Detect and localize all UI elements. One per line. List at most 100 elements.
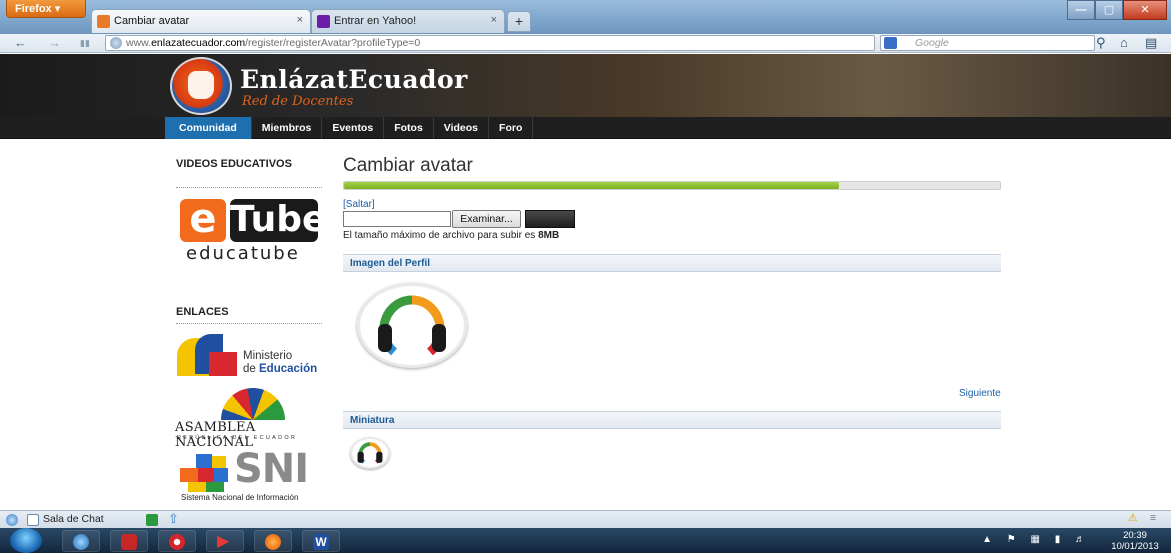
new-tab-button[interactable]: + (507, 11, 531, 32)
window-controls: — ▢ ✕ (1067, 0, 1167, 20)
browser-navbar: ← → ▮▮ www.enlazatecuador.com/register/r… (0, 34, 1171, 75)
asamblea-subtitle: REPÚBLICA DEL ECUADOR (177, 435, 298, 441)
progress-bar-fill (344, 182, 840, 189)
thumbnail-section-header: Miniatura (343, 411, 1001, 429)
mineduc-line1: Ministerio (243, 350, 293, 362)
next-link[interactable]: Siguiente (959, 388, 1001, 399)
taskbar-chrome[interactable] (158, 530, 196, 552)
sni-link[interactable]: SNI Sistema Nacional de Información (180, 446, 330, 502)
minimize-button[interactable]: — (1067, 0, 1095, 20)
firefox-menu-button[interactable]: Firefox ▾ (6, 0, 86, 18)
taskbar-media[interactable]: ▶ (206, 530, 244, 552)
thumbnail-avatar-image (350, 437, 390, 469)
tab-close-icon[interactable]: × (491, 14, 497, 26)
url-host: enlazatecuador.com (151, 37, 246, 49)
clock-time: 20:39 (1123, 530, 1147, 541)
home-icon[interactable]: ⌂ (1120, 35, 1128, 50)
url-bar[interactable]: www.enlazatecuador.com/register/register… (105, 35, 936, 75)
etube-e-mark: e (180, 199, 226, 242)
skip-link[interactable]: [Saltar] (343, 199, 375, 210)
site-favicon-icon (97, 15, 110, 28)
system-tray[interactable]: ▲ ⚑ ▦ ▮ ♬ (982, 534, 1091, 545)
ministerio-educacion-link[interactable]: Ministerio de Educación (177, 334, 337, 378)
mineduc-line2: de Educación (243, 363, 318, 375)
progress-bar (343, 181, 1001, 190)
maximize-button[interactable]: ▢ (1095, 0, 1123, 20)
site-header: EnlázatEcuador Red de Docentes (0, 54, 1171, 117)
taskbar-app2[interactable] (110, 530, 148, 552)
app-icon (121, 534, 137, 550)
max-size-note: El tamaño máximo de archivo para subir e… (343, 230, 560, 241)
tab-title: Cambiar avatar (114, 15, 190, 27)
nav-comunidad[interactable]: Comunidad (165, 117, 252, 139)
share-icon[interactable] (146, 514, 158, 526)
back-arrow-icon[interactable]: ← (14, 35, 27, 50)
search-icon[interactable]: ⚲ (1096, 35, 1106, 51)
addon-globe-icon[interactable] (6, 514, 18, 526)
etube-wordmark: educatube (186, 243, 300, 264)
taskbar-ie[interactable] (62, 530, 100, 552)
mineduc-logo-shape (209, 352, 237, 376)
chat-room-label[interactable]: Sala de Chat (43, 513, 104, 525)
sni-caption: Sistema Nacional de Información (181, 493, 299, 502)
sni-wordmark: SNI (234, 446, 309, 492)
site-logo-subtitle: Red de Docentes (242, 94, 354, 109)
nav-fotos[interactable]: Fotos (384, 117, 434, 139)
nav-miembros[interactable]: Miembros (252, 117, 323, 139)
globe-icon (110, 37, 122, 49)
url-prefix: www. (126, 37, 152, 49)
firefox-icon (265, 534, 281, 550)
tab-close-icon[interactable]: × (297, 14, 303, 26)
clock-date: 10/01/2013 (1111, 541, 1159, 552)
chrome-icon (169, 534, 185, 550)
chat-icon[interactable] (27, 514, 39, 526)
upload-arrow-icon[interactable]: ⇧ (168, 511, 179, 527)
headset-avatar-small-icon (357, 442, 383, 464)
nav-eventos[interactable]: Eventos (322, 117, 385, 139)
browse-button[interactable]: Examinar... (452, 210, 521, 228)
taskbar-clock[interactable]: 20:39 10/01/2013 (1104, 530, 1166, 552)
hand-logo-icon[interactable] (170, 57, 232, 115)
site-logo-title[interactable]: EnlázatEcuador (240, 65, 468, 94)
search-input[interactable]: Google (880, 35, 1095, 51)
asamblea-nacional-link[interactable]: ASAMBLEA NACIONAL REPÚBLICA DEL ECUADOR (175, 388, 335, 450)
warning-icon[interactable]: ⚠ (1128, 512, 1137, 524)
close-window-button[interactable]: ✕ (1123, 0, 1167, 20)
nav-videos[interactable]: Videos (434, 117, 490, 139)
url-path: /register/registerAvatar?profileType=0 (245, 37, 421, 49)
tab-cambiar-avatar[interactable]: Cambiar avatar × (91, 9, 311, 33)
word-icon: W (313, 534, 329, 550)
ie-icon (73, 534, 89, 550)
tab-title: Entrar en Yahoo! (334, 15, 417, 27)
profile-avatar-image (357, 283, 467, 368)
asamblea-burst-icon (221, 388, 285, 420)
search-placeholder: Google (915, 37, 949, 49)
forward-arrow-icon[interactable]: → (48, 35, 61, 50)
browser-titlebar: Firefox ▾ Cambiar avatar × Entrar en Yah… (0, 0, 1171, 34)
upload-button[interactable] (525, 210, 575, 228)
play-icon: ▶ (217, 533, 230, 550)
taskbar-firefox[interactable] (254, 530, 292, 552)
links-section-title: ENLACES (176, 306, 229, 318)
videos-section-title: VIDEOS EDUCATIVOS (176, 158, 292, 170)
tab-yahoo[interactable]: Entrar en Yahoo! × (311, 9, 505, 33)
divider (176, 323, 322, 324)
file-path-input[interactable] (343, 211, 451, 227)
yahoo-favicon-icon (317, 15, 330, 28)
bookmarks-icon[interactable]: ▤ (1145, 35, 1157, 51)
profile-image-section-header: Imagen del Perfil (343, 254, 1001, 272)
windows-taskbar: ▶ W ▲ ⚑ ▦ ▮ ♬ 20:39 10/01/2013 (0, 528, 1171, 553)
page-title: Cambiar avatar (343, 155, 473, 176)
nav-foro[interactable]: Foro (489, 117, 534, 139)
addon-menu-icon[interactable]: ≡ (1150, 512, 1156, 524)
signal-icon: ▮▮ (80, 38, 90, 48)
headset-avatar-icon (378, 295, 446, 356)
start-button[interactable] (10, 528, 42, 553)
divider (176, 187, 322, 188)
sni-cubes-icon (180, 454, 230, 492)
site-main-nav: Comunidad Miembros Eventos Fotos Videos … (0, 117, 1171, 139)
educatube-logo[interactable]: e Tube educatube (180, 199, 327, 269)
search-engine-icon[interactable] (884, 37, 897, 49)
taskbar-word[interactable]: W (302, 530, 340, 552)
etube-tube-mark: Tube (230, 199, 327, 242)
